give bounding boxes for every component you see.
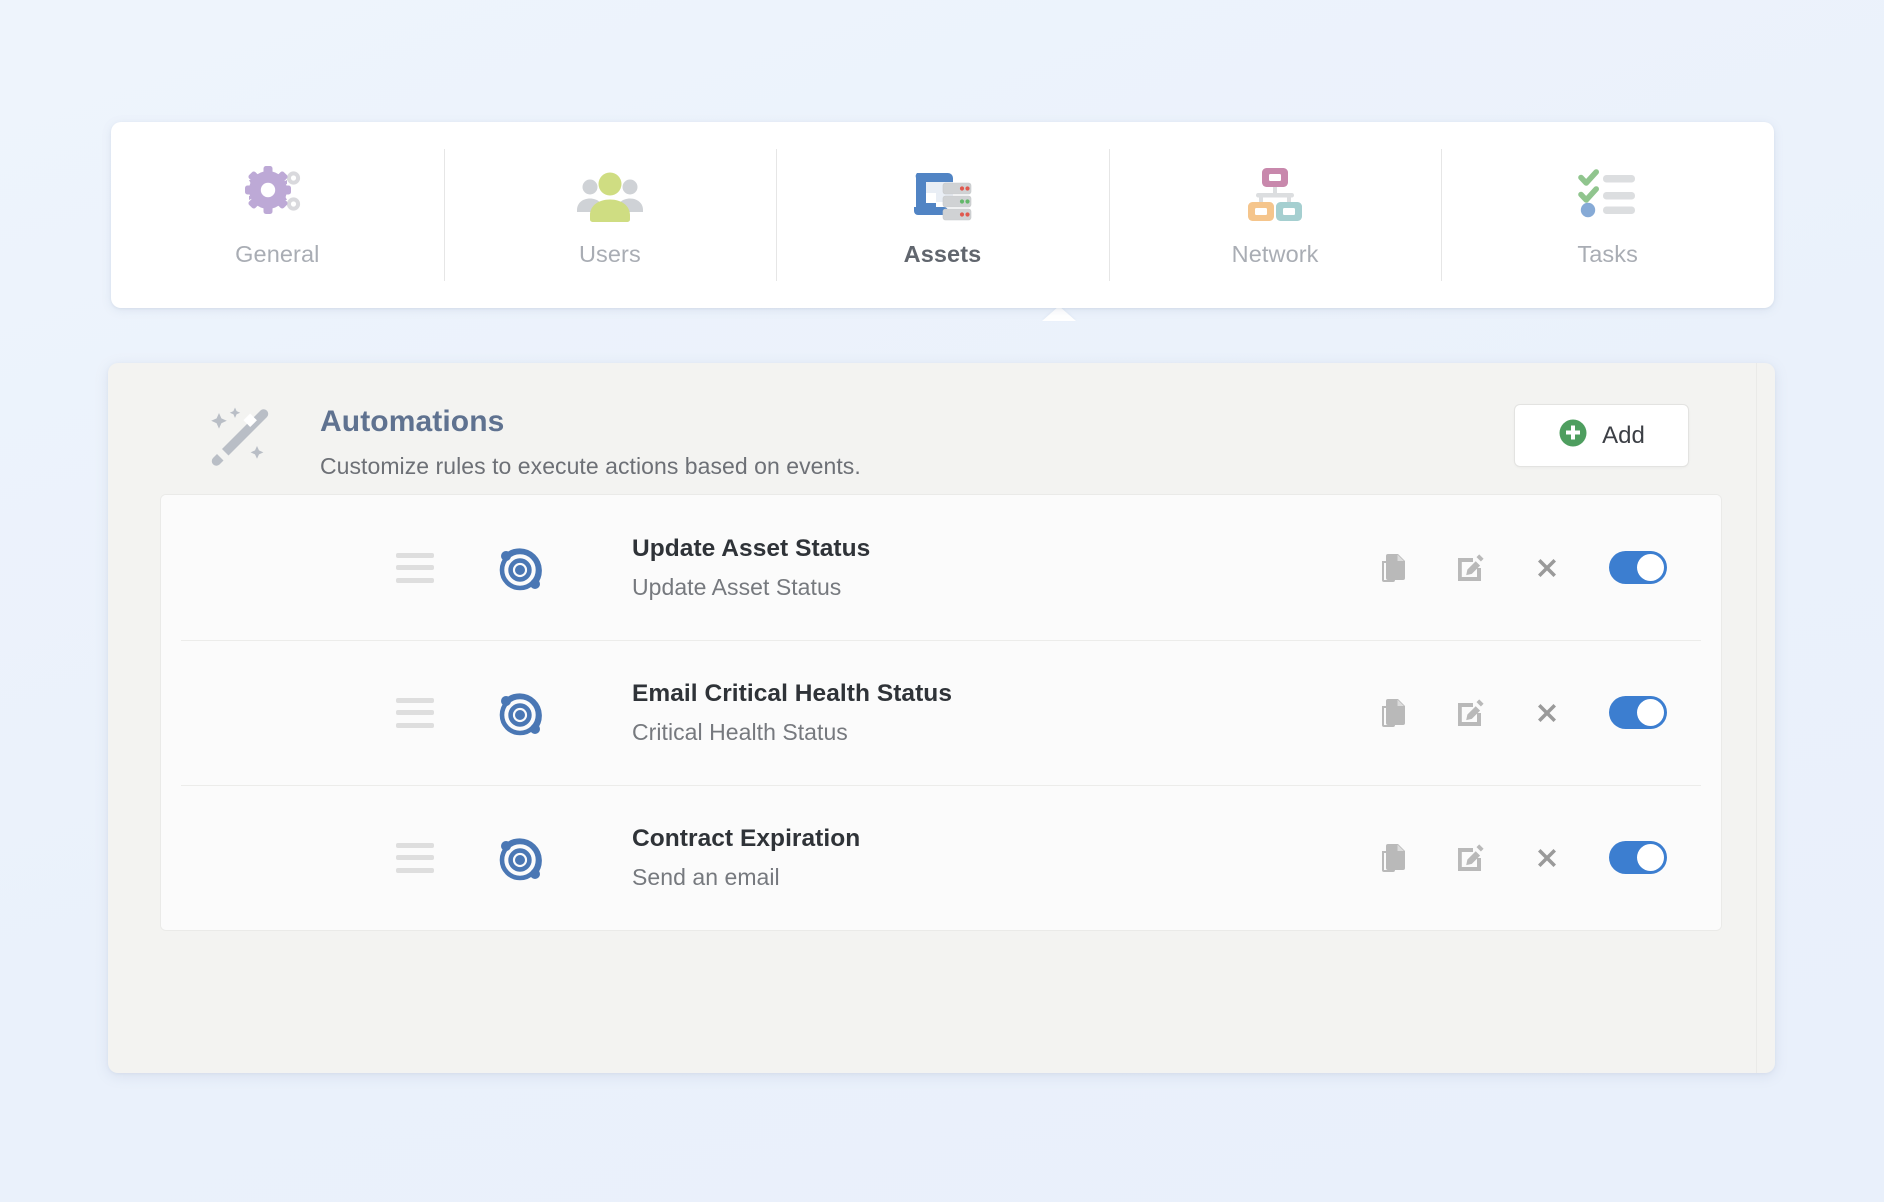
row-text: Email Critical Health Status Critical He…	[632, 680, 1375, 746]
users-group-icon	[573, 163, 647, 225]
automation-subtitle: Update Asset Status	[632, 574, 1375, 601]
automation-orbit-icon	[494, 540, 550, 596]
toggle-knob	[1637, 699, 1664, 726]
automation-title: Update Asset Status	[632, 535, 1375, 563]
gears-icon	[240, 163, 314, 225]
app-page: General	[0, 0, 1884, 1202]
toggle-knob	[1637, 554, 1664, 581]
drag-handle-icon[interactable]	[396, 553, 434, 583]
row-text: Update Asset Status Update Asset Status	[632, 535, 1375, 601]
add-button[interactable]: Add	[1514, 404, 1689, 467]
automation-orbit-icon	[494, 685, 550, 741]
page-subtitle: Customize rules to execute actions based…	[320, 453, 861, 480]
table-row[interactable]: Email Critical Health Status Critical He…	[161, 640, 1721, 785]
magic-wand-icon	[204, 401, 276, 473]
toggle-knob	[1637, 844, 1664, 871]
tab-tasks-label: Tasks	[1577, 241, 1638, 268]
automation-subtitle: Send an email	[632, 864, 1375, 891]
tab-network[interactable]: Network	[1109, 122, 1442, 308]
row-actions	[1375, 695, 1667, 731]
assets-server-icon	[905, 163, 979, 225]
tab-network-label: Network	[1232, 241, 1319, 268]
edit-icon[interactable]	[1452, 695, 1488, 731]
automations-list: Update Asset Status Update Asset Status	[160, 494, 1722, 931]
close-icon[interactable]	[1529, 550, 1565, 586]
row-text: Contract Expiration Send an email	[632, 825, 1375, 891]
duplicate-icon[interactable]	[1375, 695, 1411, 731]
tab-bar-container: General	[111, 122, 1774, 308]
automation-title: Contract Expiration	[632, 825, 1375, 853]
table-row[interactable]: Contract Expiration Send an email	[161, 785, 1721, 930]
edit-icon[interactable]	[1452, 550, 1488, 586]
drag-handle-icon[interactable]	[396, 698, 434, 728]
tab-assets-label: Assets	[904, 241, 982, 268]
tab-assets[interactable]: Assets	[776, 122, 1109, 308]
tab-users-label: Users	[579, 241, 641, 268]
enable-toggle[interactable]	[1609, 696, 1667, 729]
drag-handle-icon[interactable]	[396, 843, 434, 873]
tab-tasks[interactable]: Tasks	[1441, 122, 1774, 308]
duplicate-icon[interactable]	[1375, 840, 1411, 876]
close-icon[interactable]	[1529, 840, 1565, 876]
duplicate-icon[interactable]	[1375, 550, 1411, 586]
close-icon[interactable]	[1529, 695, 1565, 731]
tab-users[interactable]: Users	[444, 122, 777, 308]
automations-panel: Automations Customize rules to execute a…	[108, 363, 1775, 1073]
tab-general[interactable]: General	[111, 122, 444, 308]
tasks-checklist-icon	[1571, 163, 1645, 225]
panel-header: Automations Customize rules to execute a…	[108, 363, 1775, 480]
row-actions	[1375, 840, 1667, 876]
add-button-label: Add	[1602, 422, 1645, 450]
automation-orbit-icon	[494, 830, 550, 886]
tab-general-label: General	[235, 241, 319, 268]
panel-titles: Automations Customize rules to execute a…	[320, 405, 861, 480]
table-row[interactable]: Update Asset Status Update Asset Status	[161, 495, 1721, 640]
tab-bar: General	[111, 122, 1774, 308]
active-tab-pointer	[1042, 306, 1076, 321]
automation-title: Email Critical Health Status	[632, 680, 1375, 708]
enable-toggle[interactable]	[1609, 841, 1667, 874]
enable-toggle[interactable]	[1609, 551, 1667, 584]
edit-icon[interactable]	[1452, 840, 1488, 876]
page-title: Automations	[320, 405, 861, 439]
row-actions	[1375, 550, 1667, 586]
network-topology-icon	[1238, 163, 1312, 225]
plus-circle-icon	[1558, 418, 1588, 453]
automation-subtitle: Critical Health Status	[632, 719, 1375, 746]
